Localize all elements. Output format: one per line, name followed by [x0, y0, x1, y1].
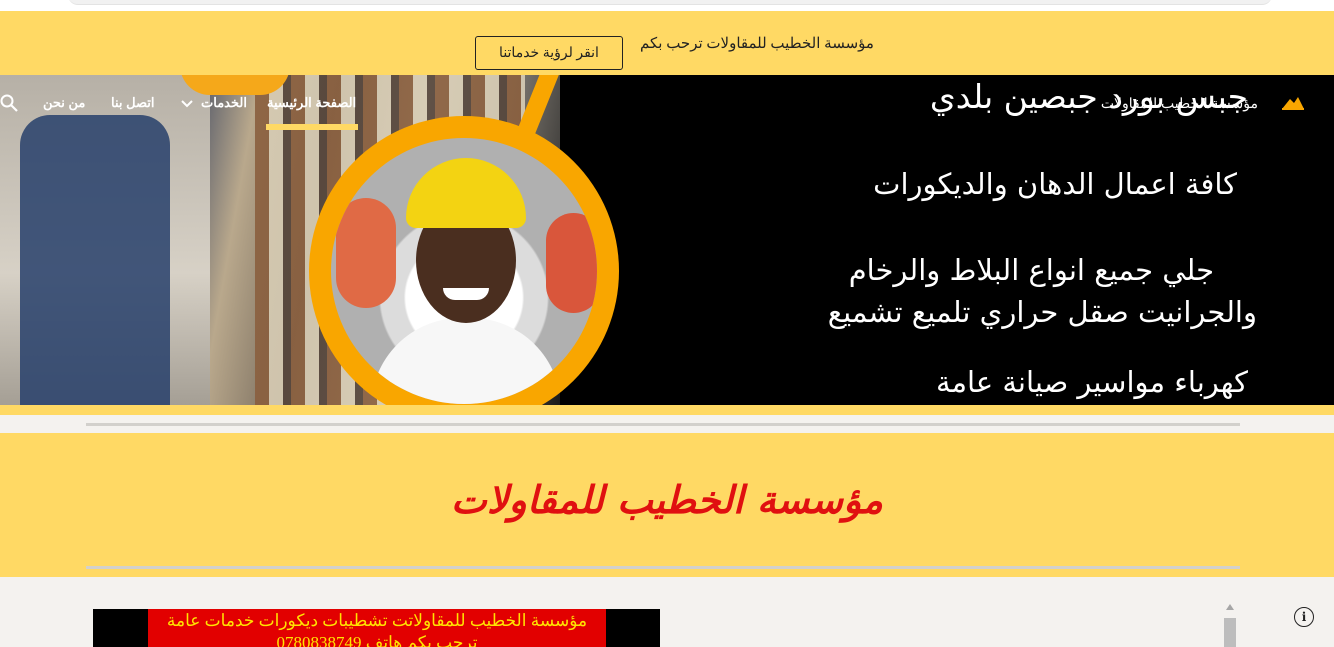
section-title: مؤسسة الخطيب للمقاولات [451, 477, 883, 522]
info-icon[interactable]: i [1294, 607, 1314, 627]
hero-line-2: كافة اعمال الدهان والديكورات [873, 167, 1237, 201]
logo-icon[interactable] [1280, 93, 1306, 111]
hero-line-4: والجرانيت صقل حراري تلميع تشميع [827, 295, 1257, 329]
yellow-band [0, 405, 1334, 415]
banner-line-1: مؤسسة الخطيب للمقاولاتت تشطيبات ديكورات … [166, 611, 588, 630]
view-services-button[interactable]: انقر لرؤية خدماتنا [475, 36, 623, 70]
chevron-down-icon[interactable] [181, 100, 193, 108]
divider [86, 423, 1240, 426]
active-tab-indicator [266, 124, 358, 130]
nav-item-services[interactable]: الخدمات [201, 95, 247, 111]
hero-line-5: كهرباء مواسير صيانة عامة [935, 365, 1248, 399]
banner-line-2: ترحب بكم هاتف 0780838749 [276, 633, 478, 647]
nav-item-contact[interactable]: اتصل بنا [111, 95, 154, 111]
nav-item-home[interactable]: الصفحة الرئيسية [267, 95, 356, 111]
promo-banner: مؤسسة الخطيب للمقاولاتت تشطيبات ديكورات … [93, 609, 660, 647]
scroll-up-arrow-icon[interactable] [1226, 604, 1234, 610]
search-icon[interactable] [0, 94, 18, 112]
announcement-bar: انقر لرؤية خدماتنا مؤسسة الخطيب للمقاولا… [0, 11, 1334, 75]
scrollbar-thumb[interactable] [1224, 618, 1236, 647]
hero-line-3: جلي جميع انواع البلاط والرخام [848, 253, 1214, 287]
divider [86, 566, 1240, 569]
top-strip [0, 0, 1334, 11]
site-name[interactable]: مؤسسة الخطيب للمقاولات [1101, 95, 1258, 112]
nav-item-about[interactable]: من نحن [43, 95, 85, 111]
title-section: مؤسسة الخطيب للمقاولات [0, 433, 1334, 577]
announcement-text: مؤسسة الخطيب للمقاولات ترحب بكم [640, 36, 874, 52]
scrollbar[interactable] [1222, 604, 1238, 647]
worker-portrait [309, 116, 619, 405]
browser-bar-edge [68, 0, 1272, 5]
main-nav: مؤسسة الخطيب للمقاولات الصفحة الرئيسية ا… [0, 75, 1334, 131]
